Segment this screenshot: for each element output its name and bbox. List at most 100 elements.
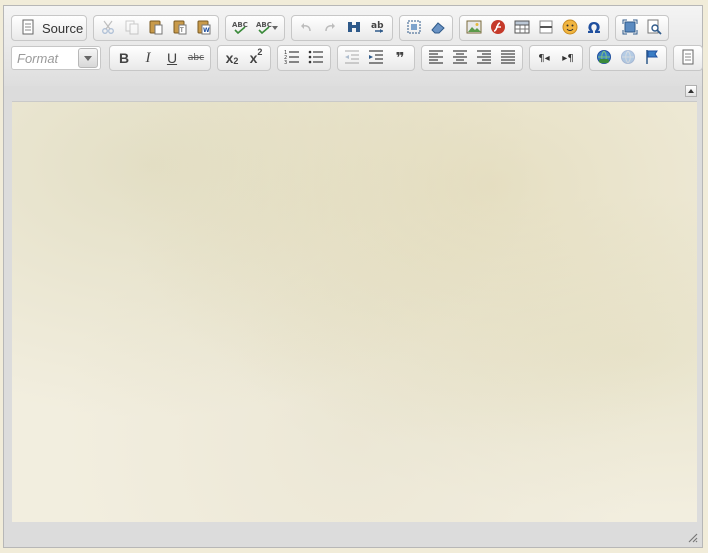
align-right-button[interactable] xyxy=(472,47,496,69)
list-group: 123 xyxy=(277,45,331,71)
underline-button[interactable]: U xyxy=(160,47,184,69)
justify-icon xyxy=(500,49,516,68)
format-dropdown[interactable]: Format xyxy=(11,46,101,70)
maximize-button[interactable] xyxy=(618,17,642,39)
link-button[interactable] xyxy=(592,47,616,69)
tools-group xyxy=(615,15,669,41)
image-icon xyxy=(466,19,482,38)
superscript-button[interactable]: x2 xyxy=(244,47,268,69)
svg-text:3: 3 xyxy=(284,60,287,65)
spell-as-you-type-button[interactable]: ABC xyxy=(252,17,282,39)
table-button[interactable] xyxy=(510,17,534,39)
chevron-down-icon xyxy=(84,55,92,61)
about-group xyxy=(673,45,703,71)
preview-button[interactable] xyxy=(642,17,666,39)
horizontal-rule-icon xyxy=(538,19,554,38)
indent-icon xyxy=(368,49,384,68)
binoculars-icon xyxy=(346,19,362,38)
flash-icon xyxy=(490,19,506,38)
spellcheck-group: ABC ABC xyxy=(225,15,285,41)
bold-button[interactable]: B xyxy=(112,47,136,69)
links-group xyxy=(589,45,667,71)
anchor-button[interactable] xyxy=(640,47,664,69)
document-icon xyxy=(680,49,696,68)
editor-content-area[interactable] xyxy=(12,101,697,522)
find-button[interactable] xyxy=(342,17,366,39)
paste-word-icon: W xyxy=(196,19,212,38)
copy-button[interactable] xyxy=(120,17,144,39)
subscript-suffix: 2 xyxy=(233,56,239,66)
basic-styles-group: B I U abc xyxy=(109,45,211,71)
chevron-up-icon xyxy=(688,89,694,93)
toolbar-collapse-button[interactable] xyxy=(685,85,697,97)
flash-button[interactable] xyxy=(486,17,510,39)
blockquote-button[interactable]: ❞ xyxy=(388,47,412,69)
format-dropdown-arrow[interactable] xyxy=(78,48,98,68)
undo-icon xyxy=(298,19,314,38)
preview-icon xyxy=(646,19,662,38)
paste-button[interactable] xyxy=(144,17,168,39)
spell-as-you-type-icon: ABC xyxy=(256,19,272,38)
svg-text:ab: ab xyxy=(371,21,384,31)
bulleted-list-icon xyxy=(308,49,324,68)
align-group xyxy=(421,45,523,71)
special-char-button[interactable]: Ω xyxy=(582,17,606,39)
undo-group: ab xyxy=(291,15,393,41)
subscript-label: x xyxy=(225,50,234,66)
remove-format-button[interactable] xyxy=(426,17,450,39)
outdent-button[interactable] xyxy=(340,47,364,69)
align-left-icon xyxy=(428,49,444,68)
ltr-button[interactable]: ¶◂ xyxy=(532,47,556,69)
align-left-button[interactable] xyxy=(424,47,448,69)
numbered-list-button[interactable]: 123 xyxy=(280,47,304,69)
chevron-down-icon xyxy=(272,26,278,30)
paste-word-button[interactable]: W xyxy=(192,17,216,39)
italic-button[interactable]: I xyxy=(136,47,160,69)
script-group: x2 x2 xyxy=(217,45,271,71)
toolbar-row-1: Source T W ABC ABC ab Ω xyxy=(11,13,675,43)
insert-group: Ω xyxy=(459,15,609,41)
undo-button[interactable] xyxy=(294,17,318,39)
quote-icon: ❞ xyxy=(395,49,405,67)
svg-text:T: T xyxy=(179,27,184,34)
flag-icon xyxy=(644,49,660,68)
numbered-list-icon: 123 xyxy=(284,49,300,68)
spellcheck-icon: ABC xyxy=(232,19,248,38)
indent-button[interactable] xyxy=(364,47,388,69)
align-center-button[interactable] xyxy=(448,47,472,69)
replace-button[interactable]: ab xyxy=(366,17,390,39)
text-rtl-icon: ▸¶ xyxy=(562,52,574,64)
bulleted-list-button[interactable] xyxy=(304,47,328,69)
rtl-button[interactable]: ▸¶ xyxy=(556,47,580,69)
format-placeholder: Format xyxy=(17,50,59,66)
scissors-icon xyxy=(100,19,116,38)
select-all-button[interactable] xyxy=(402,17,426,39)
unlink-button[interactable] xyxy=(616,47,640,69)
source-group: Source xyxy=(11,15,87,41)
source-button[interactable]: Source xyxy=(14,17,84,39)
horizontal-rule-button[interactable] xyxy=(534,17,558,39)
select-all-icon xyxy=(406,19,422,38)
svg-text:ABC: ABC xyxy=(232,21,248,29)
outdent-icon xyxy=(344,49,360,68)
about-button[interactable] xyxy=(676,47,700,69)
table-icon xyxy=(514,19,530,38)
image-button[interactable] xyxy=(462,17,486,39)
redo-button[interactable] xyxy=(318,17,342,39)
direction-group: ¶◂ ▸¶ xyxy=(529,45,583,71)
subscript-button[interactable]: x2 xyxy=(220,47,244,69)
rich-text-editor: Source T W ABC ABC ab Ω Format B I U abc… xyxy=(3,5,703,548)
superscript-label: x xyxy=(249,50,258,66)
strikethrough-button[interactable]: abc xyxy=(184,47,208,69)
copy-icon xyxy=(124,19,140,38)
smiley-button[interactable] xyxy=(558,17,582,39)
spellcheck-button[interactable]: ABC xyxy=(228,17,252,39)
indent-group: ❞ xyxy=(337,45,415,71)
paste-text-icon: T xyxy=(172,19,188,38)
justify-button[interactable] xyxy=(496,47,520,69)
cut-button[interactable] xyxy=(96,17,120,39)
resize-grip-icon[interactable] xyxy=(686,531,698,543)
unlink-icon xyxy=(620,49,636,68)
maximize-icon xyxy=(622,19,638,38)
paste-text-button[interactable]: T xyxy=(168,17,192,39)
